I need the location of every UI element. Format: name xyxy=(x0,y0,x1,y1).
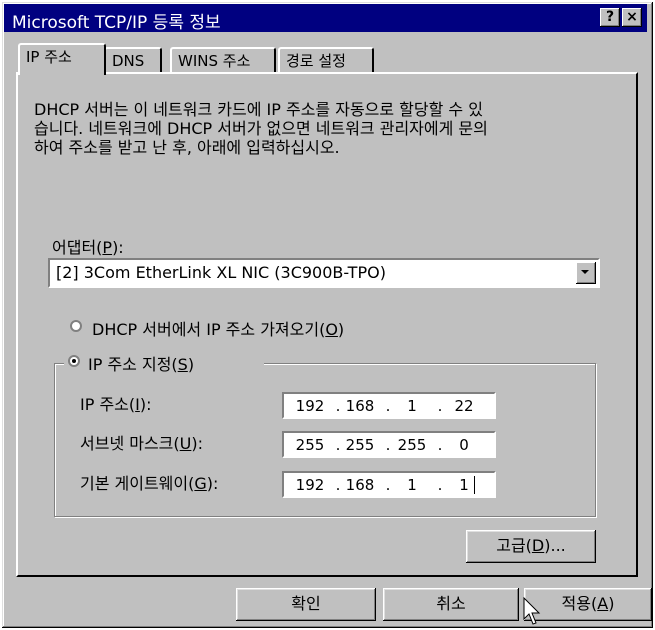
tab-label: 경로 설정 xyxy=(286,52,346,70)
ip-address-field[interactable]: 192 . 168 . 1 . 22 xyxy=(282,392,496,419)
adapter-select[interactable]: [2] 3Com EtherLink XL NIC (3C900B-TPO) xyxy=(48,258,600,288)
gateway-field[interactable]: 192 . 168 . 1 . 1 xyxy=(282,471,496,498)
tab-dns[interactable]: DNS xyxy=(104,47,162,72)
subnet-octet[interactable]: 255 xyxy=(290,436,330,454)
adapter-selected: [2] 3Com EtherLink XL NIC (3C900B-TPO) xyxy=(56,263,386,282)
tab-ip-address[interactable]: IP 주소 xyxy=(18,43,106,75)
subnet-field[interactable]: 255 . 255 . 255 . 0 xyxy=(282,431,496,458)
dhcp-radio[interactable] xyxy=(70,320,82,332)
static-ip-radio[interactable] xyxy=(68,355,80,367)
gateway-label: 기본 게이트웨이(G): xyxy=(80,474,219,493)
help-button[interactable]: ? xyxy=(600,8,620,27)
title-bar[interactable]: Microsoft TCP/IP 등록 정보 ? × xyxy=(4,4,647,33)
text-cursor xyxy=(474,476,475,494)
ok-button[interactable]: 확인 xyxy=(236,588,376,621)
tab-label: IP 주소 xyxy=(26,48,72,66)
description-line: 습니다. 네트워크에 DHCP 서버가 없으면 네트워크 관리자에게 문의 xyxy=(34,119,488,138)
adapter-label: 어댑터(P): xyxy=(52,238,124,257)
description-line: 하여 주소를 받고 난 후, 아래에 입력하십시오. xyxy=(34,138,340,157)
description-line: DHCP 서버는 이 네트워크 카드에 IP 주소를 자동으로 할당할 수 있 xyxy=(34,100,483,119)
tab-routing[interactable]: 경로 설정 xyxy=(278,47,374,72)
subnet-label: 서브넷 마스크(U): xyxy=(80,434,204,453)
tab-wins[interactable]: WINS 주소 xyxy=(170,47,276,72)
description-text: DHCP 서버는 이 네트워크 카드에 IP 주소를 자동으로 할당할 수 있 … xyxy=(34,100,614,157)
subnet-octet[interactable]: 0 xyxy=(444,436,484,454)
ip-address-label: IP 주소(I): xyxy=(80,395,152,414)
ip-octet[interactable]: 192 xyxy=(290,397,330,415)
tab-label: WINS 주소 xyxy=(178,52,251,70)
gateway-octet[interactable]: 1 xyxy=(444,476,484,494)
subnet-octet[interactable]: 255 xyxy=(340,436,380,454)
advanced-button[interactable]: 고급(D)... xyxy=(466,530,596,563)
gateway-octet[interactable]: 192 xyxy=(290,476,330,494)
ip-octet[interactable]: 1 xyxy=(392,397,432,415)
static-ip-radio-label[interactable]: IP 주소 지정(S) xyxy=(88,351,194,375)
tab-label: DNS xyxy=(112,52,145,70)
dropdown-button[interactable] xyxy=(576,262,596,284)
ip-octet[interactable]: 168 xyxy=(340,397,380,415)
subnet-octet[interactable]: 255 xyxy=(392,436,432,454)
apply-button[interactable]: 적용(A) xyxy=(524,588,652,621)
dhcp-radio-label[interactable]: DHCP 서버에서 IP 주소 가져오기(O) xyxy=(92,316,344,340)
close-button[interactable]: × xyxy=(622,8,642,27)
cancel-button[interactable]: 취소 xyxy=(383,588,519,621)
mouse-pointer-icon xyxy=(523,597,541,625)
chevron-down-icon xyxy=(581,270,589,274)
ip-octet[interactable]: 22 xyxy=(444,397,484,415)
gateway-octet[interactable]: 1 xyxy=(392,476,432,494)
window-title: Microsoft TCP/IP 등록 정보 xyxy=(12,13,221,33)
gateway-octet[interactable]: 168 xyxy=(340,476,380,494)
